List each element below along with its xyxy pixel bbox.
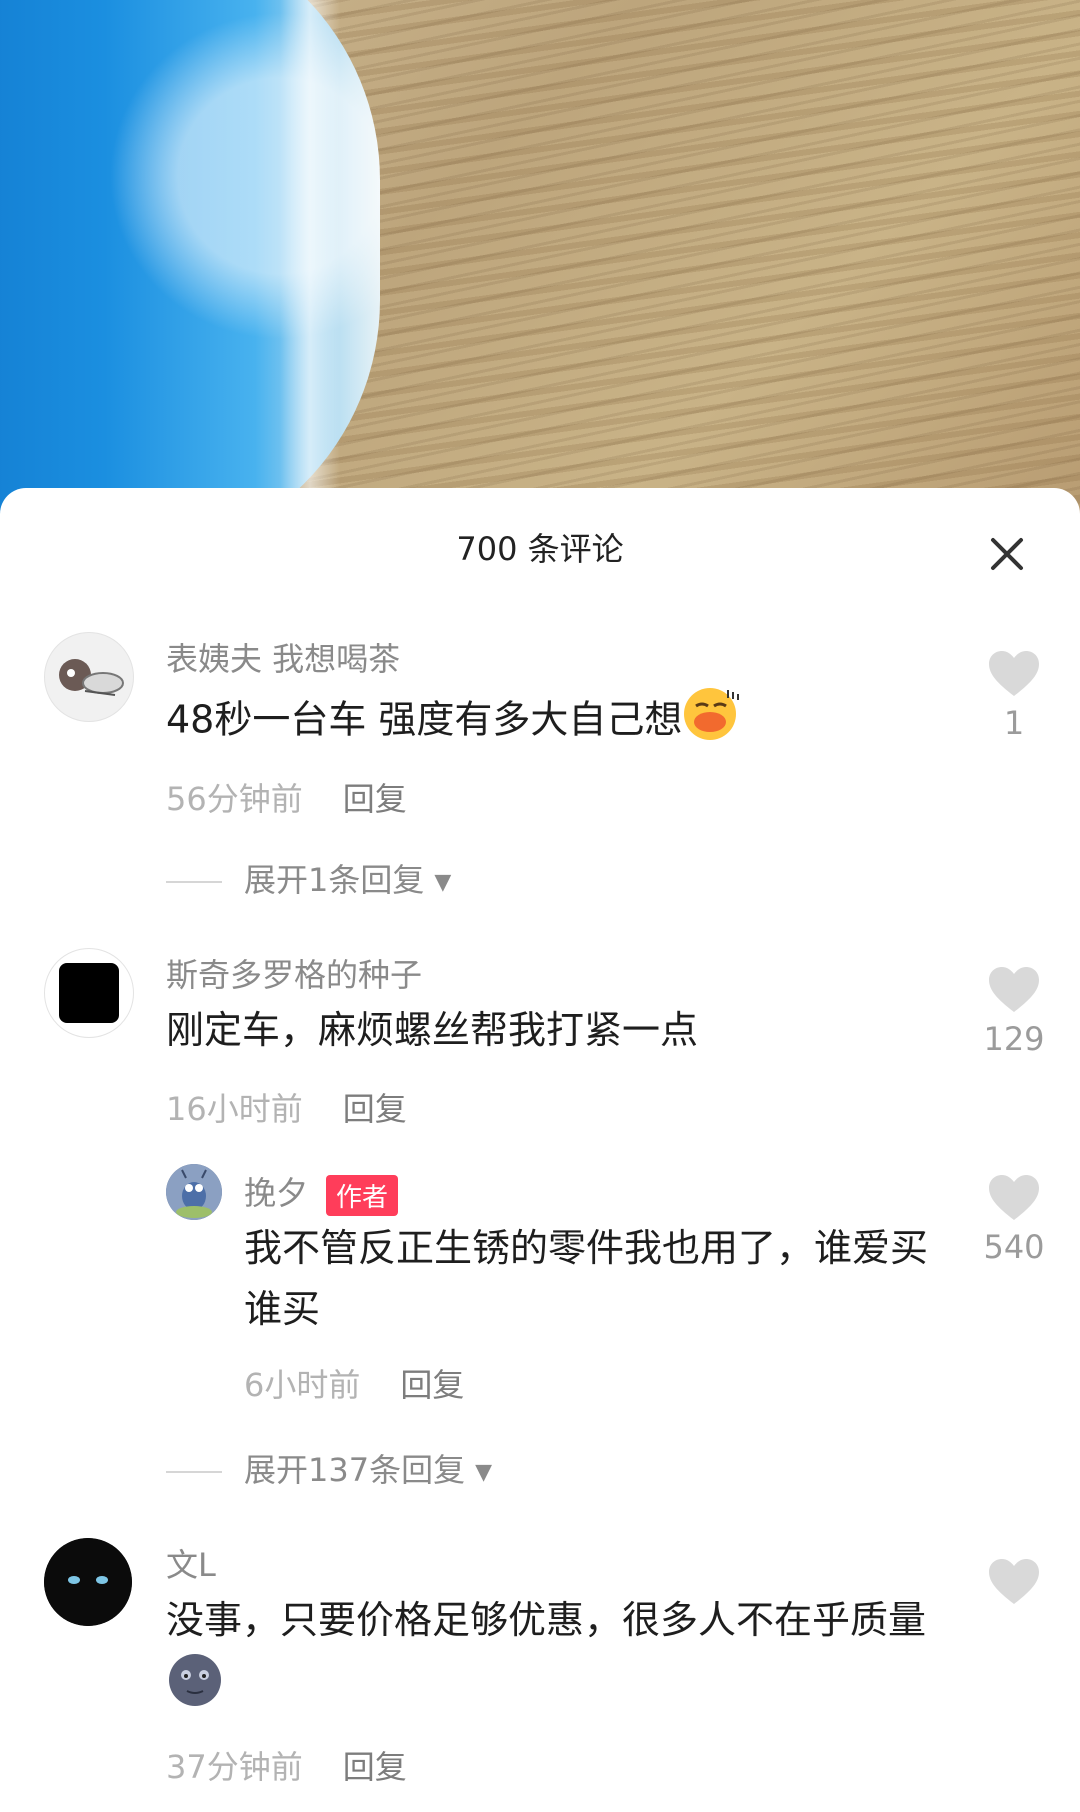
blue-bucket-image <box>0 0 380 520</box>
comment-meta: 56分钟前 回复 <box>166 774 407 820</box>
comment-username[interactable]: 表姨夫 我想喝茶 <box>166 634 400 680</box>
avatar[interactable] <box>44 948 134 1038</box>
comment-time: 56分钟前 <box>166 780 303 818</box>
divider-line <box>166 881 222 883</box>
reply-meta: 6小时前 回复 <box>244 1360 464 1406</box>
divider-line <box>166 1471 222 1473</box>
comment-text: 没事，只要价格足够优惠，很多人不在乎质量 <box>166 1590 956 1727</box>
comment-text: 刚定车，麻烦螺丝帮我打紧一点 <box>166 1008 699 1052</box>
reply-username: 挽夕 作者 <box>244 1168 399 1216</box>
heart-icon <box>989 967 1039 1012</box>
video-background <box>0 0 1080 520</box>
reply-button[interactable]: 回复 <box>343 1748 407 1786</box>
comment-meta: 37分钟前 回复 <box>166 1742 407 1788</box>
like-button[interactable]: 540 <box>974 1174 1054 1266</box>
expand-replies-button[interactable]: 展开137条回复 ▼ <box>166 1445 492 1491</box>
avatar-image <box>166 1164 222 1220</box>
comment-username[interactable]: 文L <box>166 1540 216 1586</box>
close-icon <box>991 538 1023 570</box>
comments-sheet: 700 条评论 表姨夫 我想喝茶 48秒一台车 强度有多大自己想 56分钟前 回复… <box>0 488 1080 1812</box>
like-count: 1 <box>1003 704 1025 742</box>
reply-button[interactable]: 回复 <box>400 1366 464 1404</box>
like-button[interactable]: 129 <box>974 966 1054 1058</box>
heart-icon <box>989 1559 1039 1604</box>
reply-button[interactable]: 回复 <box>343 780 407 818</box>
comments-count-title: 700 条评论 <box>456 530 624 568</box>
smirk-emoji-icon <box>682 684 740 760</box>
close-button[interactable] <box>985 532 1029 576</box>
comment-text-content: 没事，只要价格足够优惠，很多人不在乎质量 <box>166 1598 927 1642</box>
heart-icon <box>989 651 1039 696</box>
avatar-image <box>44 1538 132 1626</box>
expand-replies-label: 展开137条回复 <box>244 1451 466 1489</box>
reply-avatar[interactable] <box>166 1164 222 1220</box>
expand-replies-button[interactable]: 展开1条回复 ▼ <box>166 855 451 901</box>
comment-time: 37分钟前 <box>166 1748 303 1786</box>
reply-text: 我不管反正生锈的零件我也用了，谁爱买谁买 <box>244 1226 929 1331</box>
avatar-image <box>59 963 119 1023</box>
comment-text-content: 48秒一台车 强度有多大自己想 <box>166 697 683 742</box>
avatar[interactable] <box>44 632 134 722</box>
caret-down-icon: ▼ <box>434 869 452 895</box>
avatar[interactable] <box>44 1538 132 1626</box>
like-button[interactable] <box>974 1558 1054 1612</box>
author-badge: 作者 <box>326 1174 399 1216</box>
reply-username-text[interactable]: 挽夕 <box>244 1174 308 1212</box>
comment-username[interactable]: 斯奇多罗格的种子 <box>166 950 422 996</box>
comment-text: 48秒一台车 强度有多大自己想 <box>166 684 886 760</box>
like-count: 129 <box>983 1020 1045 1058</box>
comment-meta: 16小时前 回复 <box>166 1084 407 1130</box>
caret-down-icon: ▼ <box>475 1459 493 1485</box>
reply-button[interactable]: 回复 <box>343 1090 407 1128</box>
like-button[interactable]: 1 <box>974 650 1054 742</box>
heart-icon <box>989 1175 1039 1220</box>
avatar-image <box>59 659 124 696</box>
like-count: 540 <box>983 1228 1045 1266</box>
expand-replies-label: 展开1条回复 <box>244 861 425 899</box>
reply-time: 6小时前 <box>244 1366 361 1404</box>
moon-face-emoji-icon <box>166 1651 224 1727</box>
comment-time: 16小时前 <box>166 1090 303 1128</box>
